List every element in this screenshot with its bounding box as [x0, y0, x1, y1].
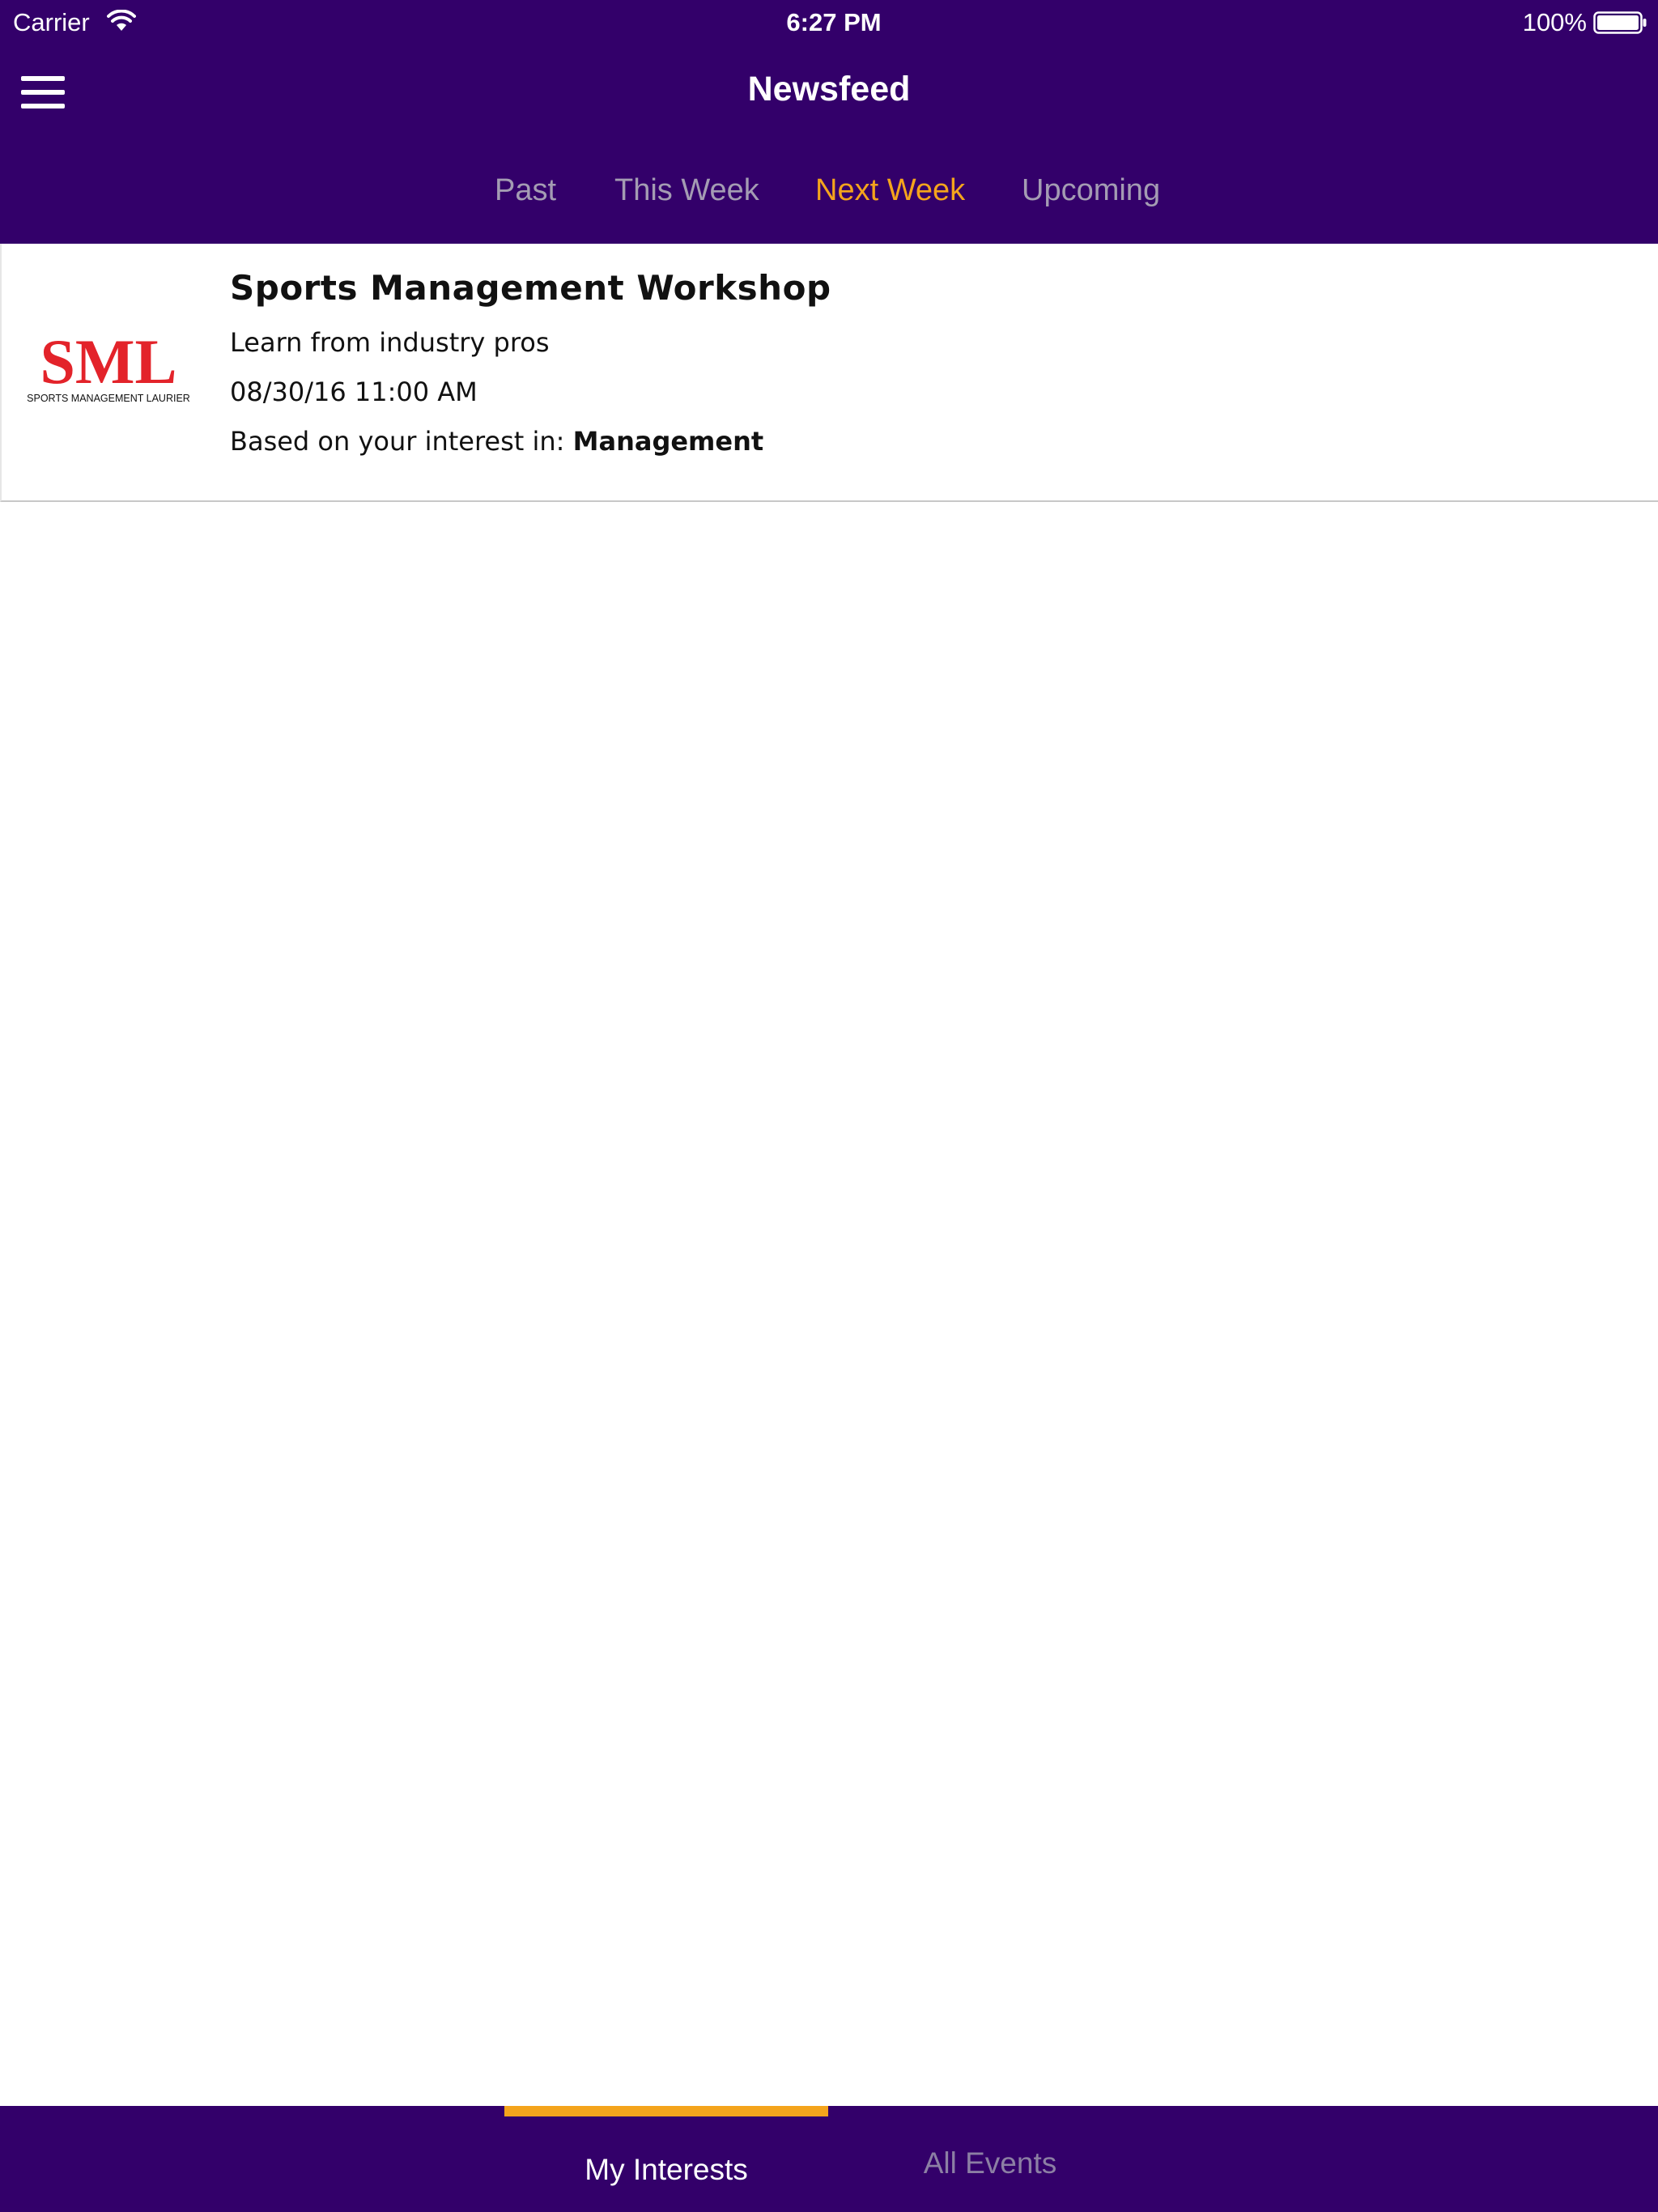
tab-past[interactable]: Past	[495, 173, 556, 208]
event-logo-text: SML	[40, 333, 176, 397]
tab-next-week[interactable]: Next Week	[815, 173, 965, 208]
battery-percent: 100%	[1522, 8, 1587, 36]
tab-my-interests[interactable]: My Interests	[504, 2106, 828, 2212]
time-filter-tabs: Past This Week Next Week Upcoming	[0, 173, 1658, 215]
event-description: Learn from industry pros	[230, 327, 550, 358]
app-header: Carrier 6:27 PM 100% Newsfeed Past This …	[0, 0, 1658, 244]
battery-icon	[1593, 11, 1647, 34]
event-title: Sports Management Workshop	[230, 268, 831, 308]
tab-my-interests-label: My Interests	[585, 2153, 748, 2186]
active-tab-indicator	[504, 2106, 828, 2116]
interest-prefix: Based on your interest in:	[230, 426, 573, 457]
tab-this-week[interactable]: This Week	[614, 173, 759, 208]
bottom-tab-bar: My Interests All Events	[0, 2106, 1658, 2212]
tab-all-events-label: All Events	[923, 2146, 1057, 2180]
page-title: Newsfeed	[747, 70, 911, 108]
event-interest-line: Based on your interest in: Management	[230, 426, 763, 457]
event-card[interactable]: SML SPORTS MANAGEMENT LAURIER Sports Man…	[0, 244, 1658, 502]
interest-value: Management	[572, 426, 764, 457]
tab-all-events[interactable]: All Events	[828, 2106, 1152, 2212]
event-logo: SML SPORTS MANAGEMENT LAURIER	[27, 333, 190, 404]
tab-upcoming[interactable]: Upcoming	[1022, 173, 1160, 208]
status-bar: Carrier 6:27 PM 100%	[0, 0, 1658, 45]
event-datetime: 08/30/16 11:00 AM	[230, 376, 478, 407]
status-time: 6:27 PM	[786, 8, 882, 36]
event-logo-subtext: SPORTS MANAGEMENT LAURIER	[27, 393, 190, 404]
